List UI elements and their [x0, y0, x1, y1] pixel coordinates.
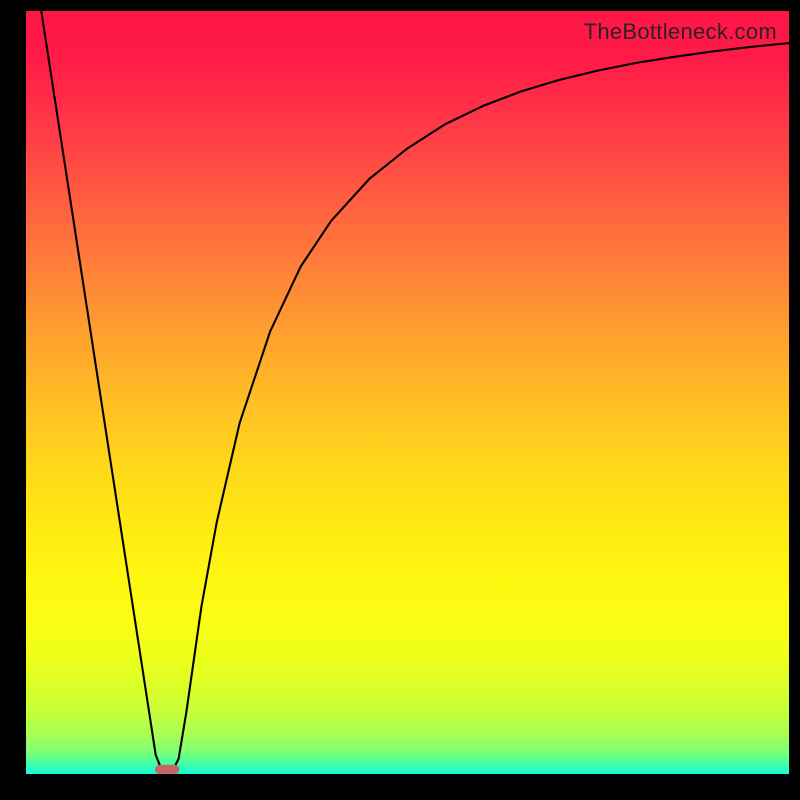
optimal-marker — [155, 765, 179, 774]
bottleneck-curve-path — [41, 11, 789, 774]
curve-svg — [26, 11, 789, 774]
chart-frame: TheBottleneck.com — [0, 0, 800, 800]
plot-area: TheBottleneck.com — [26, 11, 789, 774]
